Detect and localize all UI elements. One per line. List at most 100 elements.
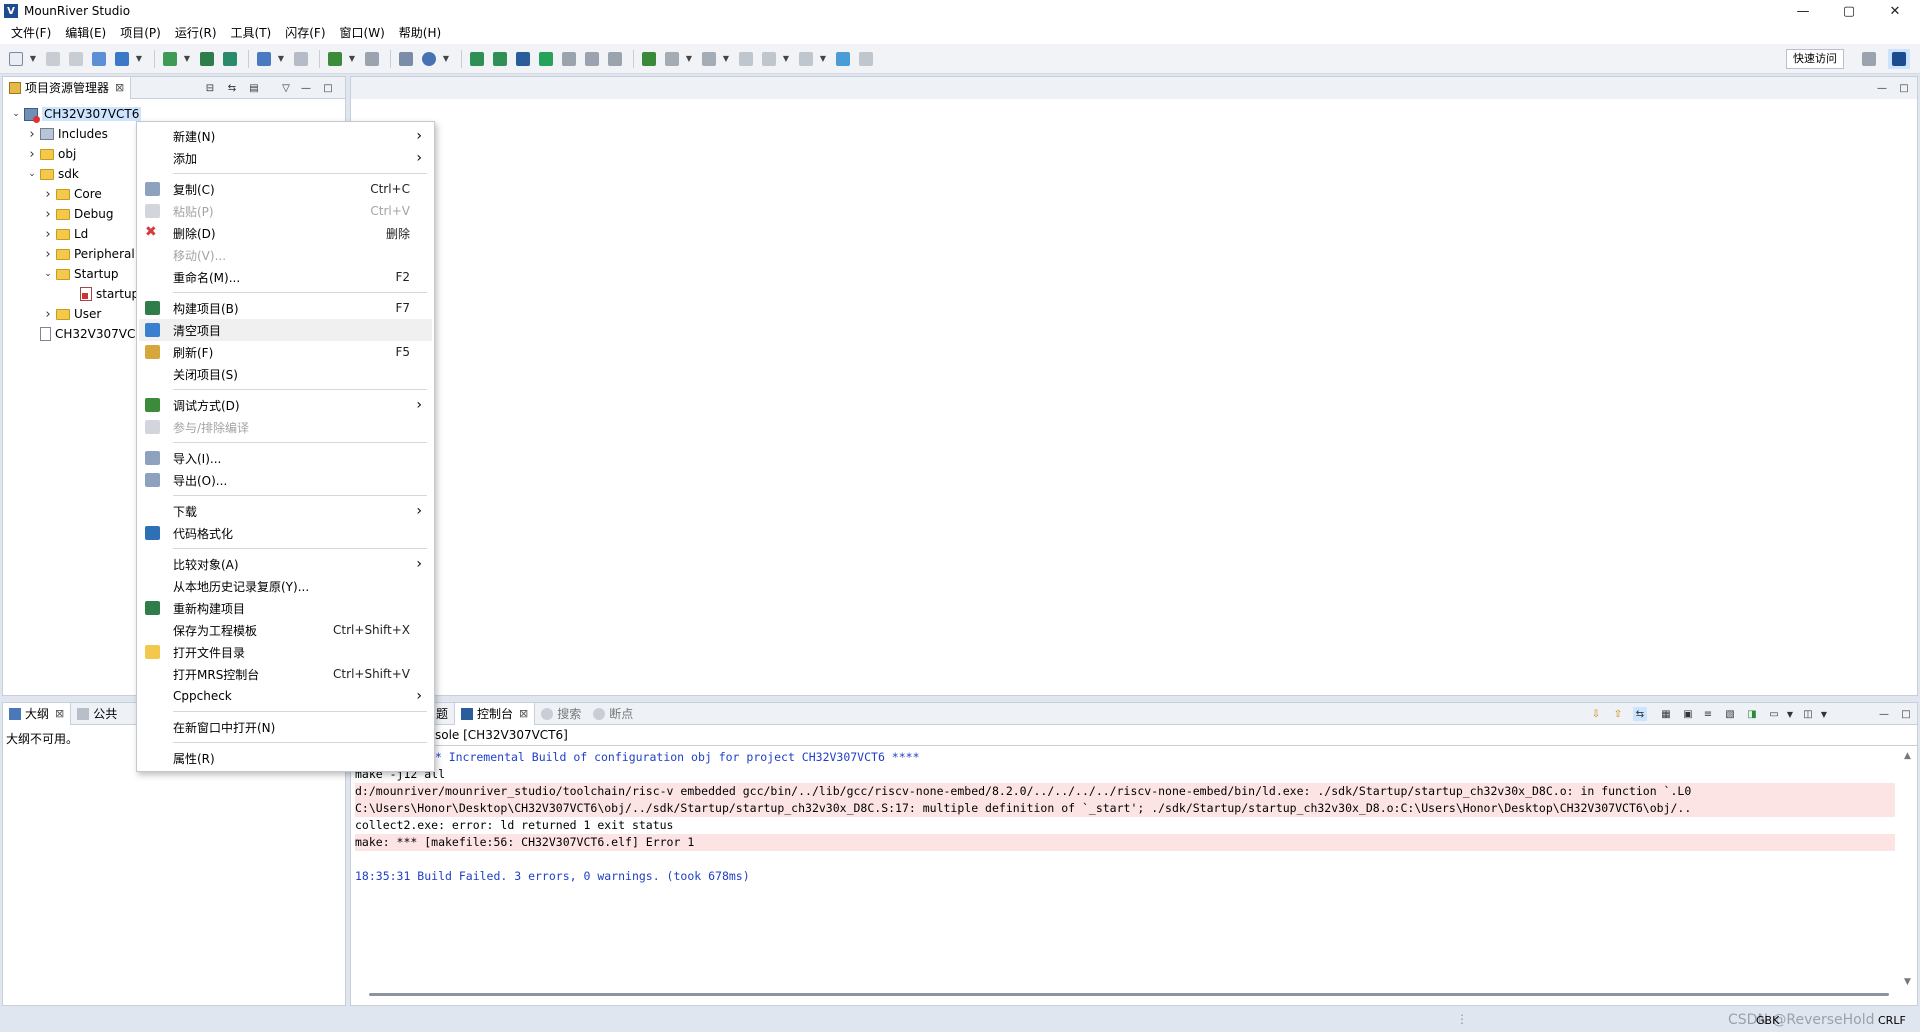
chevron-down-icon[interactable]: ⌄: [43, 269, 53, 279]
tree-item-ch32v307vct6[interactable]: ⌄ CH32V307VCT6: [11, 105, 142, 123]
console-horizontal-scrollbar[interactable]: [369, 993, 1889, 996]
context-menu-item-20[interactable]: 保存为工程模板 Ctrl+Shift+X: [137, 619, 434, 641]
tree-item-user[interactable]: › User: [43, 305, 101, 323]
forward-dropdown-icon[interactable]: ▼: [819, 49, 827, 69]
filter-icon[interactable]: ▤: [247, 81, 261, 95]
minimize-console-icon[interactable]: —: [1877, 707, 1891, 721]
context-menu-item-3[interactable]: 粘贴(P) Ctrl+V: [137, 200, 434, 222]
scroll-up-arrow-icon[interactable]: ▲: [1904, 751, 1911, 761]
context-menu-item-8[interactable]: 清空项目: [139, 319, 432, 341]
flash-icon[interactable]: [254, 49, 274, 69]
mrs-perspective-icon[interactable]: [1888, 49, 1910, 69]
menu-flash[interactable]: 闪存(F): [278, 22, 332, 44]
menu-project[interactable]: 项目(P): [113, 22, 168, 44]
prev-annotation-dropdown-icon[interactable]: ▼: [722, 49, 730, 69]
menu-window[interactable]: 窗口(W): [333, 22, 392, 44]
tree-item-peripheral[interactable]: › Peripheral: [43, 245, 134, 263]
menu-file[interactable]: 文件(F): [4, 22, 58, 44]
console-vertical-scrollbar[interactable]: ▲ ▼: [1903, 751, 1915, 987]
chevron-right-icon[interactable]: ›: [43, 227, 53, 242]
context-menu-item-12[interactable]: 参与/排除编译: [137, 416, 434, 438]
context-menu-item-6[interactable]: 重命名(M)... F2: [137, 266, 434, 288]
context-menu-item-10[interactable]: 关闭项目(S): [137, 363, 434, 385]
chevron-right-icon[interactable]: ›: [27, 127, 37, 142]
search-icon[interactable]: [419, 49, 439, 69]
format-icon[interactable]: [582, 49, 602, 69]
menu-edit[interactable]: 编辑(E): [58, 22, 113, 44]
context-menu-item-2[interactable]: 复制(C) Ctrl+C: [137, 178, 434, 200]
chevron-right-icon[interactable]: ›: [43, 187, 53, 202]
comment-icon[interactable]: [605, 49, 625, 69]
task-icon[interactable]: [639, 49, 659, 69]
download-icon[interactable]: [160, 49, 180, 69]
chevron-right-icon[interactable]: ›: [27, 147, 37, 162]
download-dropdown-icon[interactable]: ▼: [183, 49, 191, 69]
restore-button[interactable]: ▢: [1826, 0, 1872, 22]
minimize-editor-icon[interactable]: —: [1875, 81, 1889, 95]
link-editor-icon[interactable]: ⇆: [225, 81, 239, 95]
close-button[interactable]: ✕: [1872, 0, 1918, 22]
context-menu-item-25[interactable]: 属性(R): [137, 747, 434, 769]
scroll-down-arrow-icon[interactable]: ▼: [1904, 977, 1911, 987]
back-icon[interactable]: [759, 49, 779, 69]
forward-icon[interactable]: [796, 49, 816, 69]
pin-icon[interactable]: [833, 49, 853, 69]
context-menu-item-17[interactable]: 比较对象(A) ›: [137, 553, 434, 575]
debug-dropdown-icon[interactable]: ▼: [348, 49, 356, 69]
scroll-lock-icon[interactable]: ⇆: [1633, 707, 1647, 721]
close-icon[interactable]: ⊠: [519, 707, 528, 720]
next-annotation-icon[interactable]: [662, 49, 682, 69]
sync-icon[interactable]: [856, 49, 876, 69]
workspace-dropdown-icon[interactable]: ▼: [135, 49, 143, 69]
tab-outline[interactable]: 大纲 ⊠: [3, 702, 72, 725]
remove-launch-icon[interactable]: ▧: [1723, 707, 1737, 721]
encoding-label[interactable]: GBK: [1756, 1014, 1779, 1027]
tab-common[interactable]: 公共: [71, 703, 123, 725]
context-menu-item-24[interactable]: 在新窗口中打开(N): [137, 716, 434, 738]
new-console-icon[interactable]: ◫: [1801, 707, 1815, 721]
view-menu-icon[interactable]: ▽: [279, 81, 293, 95]
chevron-down-icon[interactable]: ⌄: [11, 109, 21, 119]
display-console-icon[interactable]: ▭: [1767, 707, 1781, 721]
context-menu-item-5[interactable]: 移动(V)...: [137, 244, 434, 266]
tree-item-obj[interactable]: › obj: [27, 145, 76, 163]
maximize-editor-icon[interactable]: □: [1897, 81, 1911, 95]
tab-project-explorer[interactable]: 项目资源管理器 ⊠: [3, 76, 132, 99]
minimize-view-icon[interactable]: —: [299, 81, 313, 95]
bug-icon[interactable]: [362, 49, 382, 69]
context-menu-item-18[interactable]: 从本地历史记录复原(Y)...: [137, 575, 434, 597]
debug-icon[interactable]: [325, 49, 345, 69]
menu-help[interactable]: 帮助(H): [392, 22, 448, 44]
serial-icon[interactable]: [490, 49, 510, 69]
word-wrap-icon[interactable]: ≡: [1701, 707, 1715, 721]
menu-tools[interactable]: 工具(T): [224, 22, 279, 44]
save-icon[interactable]: [43, 49, 63, 69]
tree-item-core[interactable]: › Core: [43, 185, 101, 203]
context-menu-item-16[interactable]: 代码格式化: [137, 522, 434, 544]
open-console-icon[interactable]: ◨: [1745, 707, 1759, 721]
tree-item-sdk[interactable]: ⌄ sdk: [27, 165, 79, 183]
new-dropdown-icon[interactable]: ▼: [29, 49, 37, 69]
context-menu-item-7[interactable]: 构建项目(B) F7: [137, 297, 434, 319]
context-menu-item-9[interactable]: 刷新(F) F5: [137, 341, 434, 363]
tree-item-ld[interactable]: › Ld: [43, 225, 88, 243]
close-icon[interactable]: ⊠: [115, 81, 124, 94]
align-icon[interactable]: [559, 49, 579, 69]
context-menu-item-15[interactable]: 下载 ›: [137, 500, 434, 522]
save-all-icon[interactable]: [66, 49, 86, 69]
context-menu-item-21[interactable]: 打开文件目录: [137, 641, 434, 663]
build-all-icon[interactable]: [220, 49, 240, 69]
context-menu-item-4[interactable]: ✖ 删除(D) 删除: [137, 222, 434, 244]
last-edit-icon[interactable]: [736, 49, 756, 69]
minimize-button[interactable]: —: [1780, 0, 1826, 22]
build-icon[interactable]: [197, 49, 217, 69]
console-icon[interactable]: [513, 49, 533, 69]
flash-dropdown-icon[interactable]: ▼: [277, 49, 285, 69]
tree-item-ch32v307vc[interactable]: CH32V307VC: [27, 325, 135, 343]
prev-annotation-icon[interactable]: [699, 49, 719, 69]
console-output[interactable]: *** Incremental Build of configuration o…: [351, 749, 1901, 981]
back-dropdown-icon[interactable]: ▼: [782, 49, 790, 69]
open-perspective-icon[interactable]: [1858, 49, 1880, 69]
context-menu-item-23[interactable]: Cppcheck ›: [137, 685, 434, 707]
workspace-icon[interactable]: [112, 49, 132, 69]
